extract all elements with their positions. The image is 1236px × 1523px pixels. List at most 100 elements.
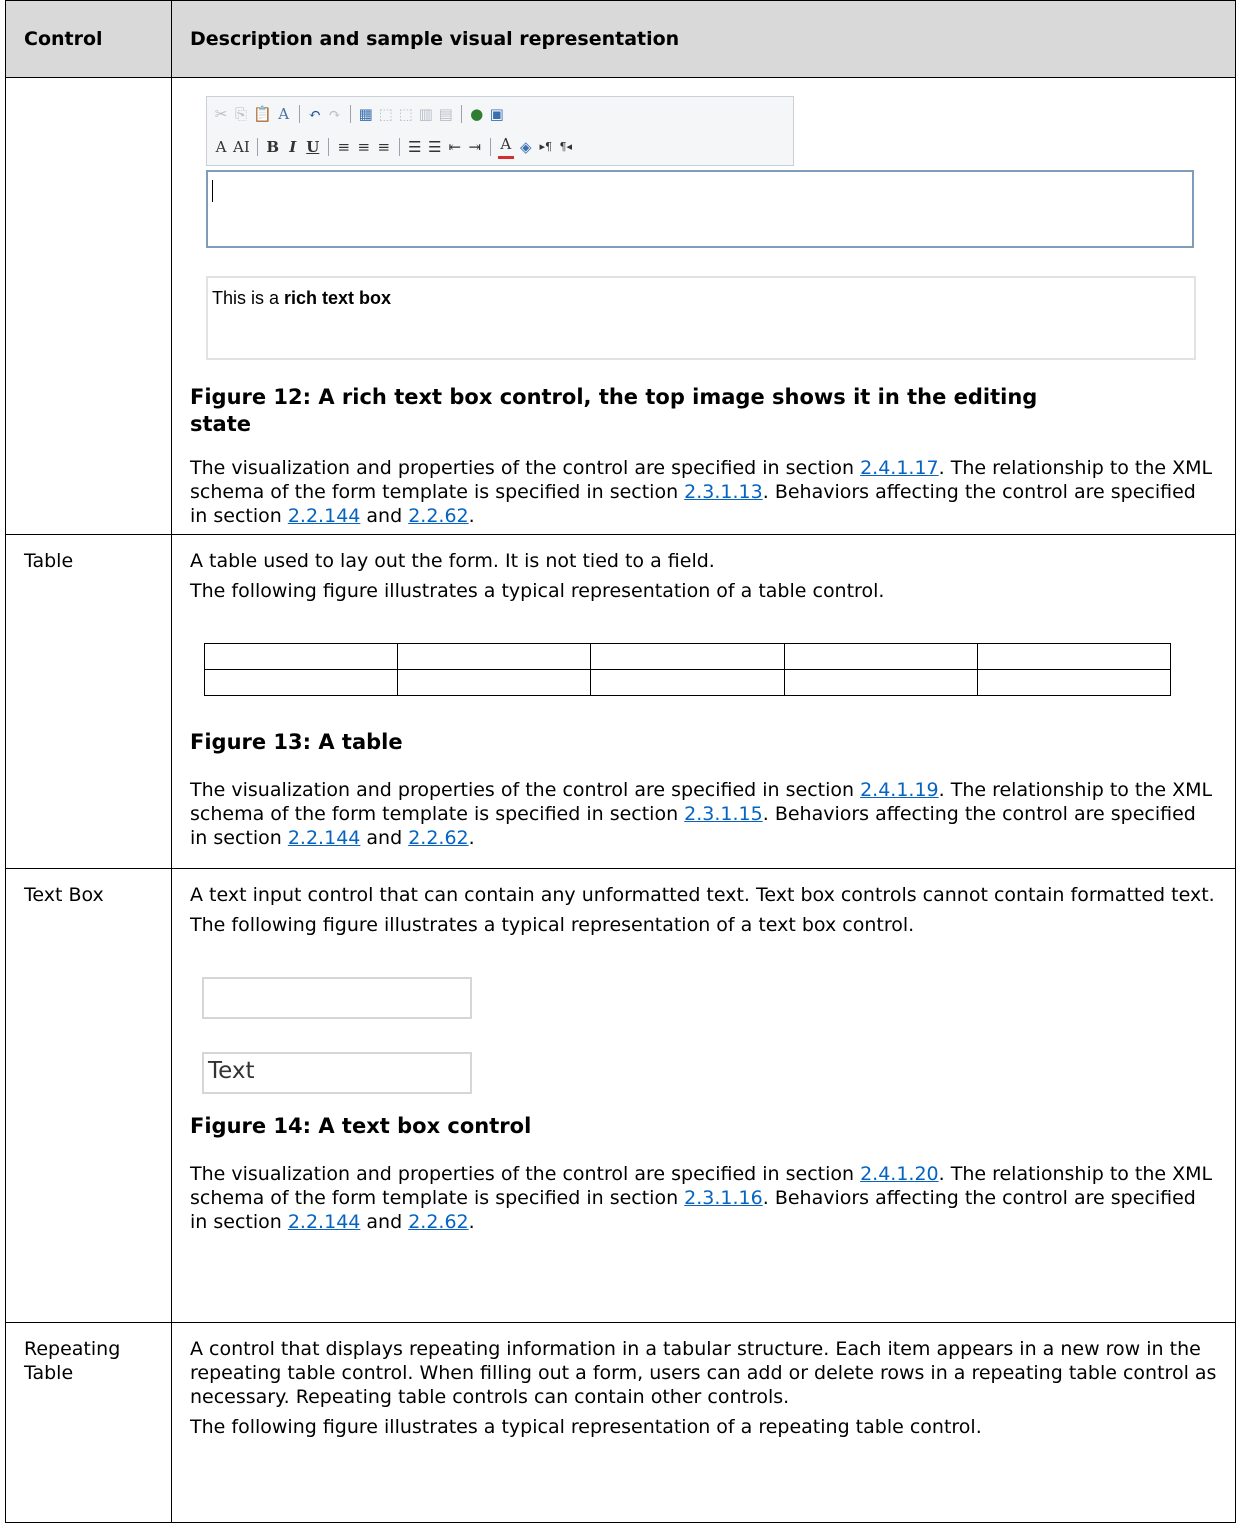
description-cell: A text input control that can contain an… — [171, 868, 1236, 1323]
bulleted-list-icon: ☰ — [428, 138, 442, 156]
copy-icon: ⎘ — [234, 105, 247, 123]
table-row-text-box: Text Box A text input control that can c… — [5, 868, 1236, 1323]
section-link-2-3-1-15[interactable]: 2.3.1.15 — [684, 803, 763, 825]
sample-layout-table — [203, 643, 1172, 696]
insert-column-icon: ⬚ — [398, 105, 413, 123]
empty-text-box — [202, 977, 472, 1019]
rich-text-toolbar: ✂ ⎘ 📋 A ↶ ↷ ▦ ⬚ ⬚ ▥ ▤ ● ▣ A AI B I U ≡ ≡… — [206, 96, 794, 166]
spec-text: and — [360, 1211, 409, 1233]
spec-text: . — [468, 505, 475, 527]
sample-table-cell — [203, 669, 399, 696]
rich-text-edit-box — [206, 170, 1194, 248]
section-link-2-4-1-19[interactable]: 2.4.1.19 — [860, 779, 939, 801]
text-box-description-line-1: A text input control that can contain an… — [190, 884, 1215, 906]
italic-icon: I — [289, 138, 297, 156]
spec-text: The visualization and properties of the … — [190, 1163, 861, 1185]
figure-caption-line-2: state — [190, 412, 251, 436]
align-left-icon: ≡ — [337, 138, 351, 156]
toolbar-separator — [349, 105, 351, 123]
toolbar-row-1: ✂ ⎘ 📋 A ↶ ↷ ▦ ⬚ ⬚ ▥ ▤ ● ▣ — [213, 100, 505, 128]
section-link-2-4-1-20[interactable]: 2.4.1.20 — [860, 1163, 939, 1185]
sample-table-cell — [783, 669, 978, 696]
font-icon: A — [215, 138, 227, 156]
description-cell: ✂ ⎘ 📋 A ↶ ↷ ▦ ⬚ ⬚ ▥ ▤ ● ▣ A AI B I U ≡ ≡… — [171, 77, 1236, 535]
sample-table-row — [203, 643, 1172, 670]
section-link-2-2-62[interactable]: 2.2.62 — [408, 1211, 468, 1233]
cut-icon: ✂ — [214, 105, 228, 123]
section-link-2-3-1-16[interactable]: 2.3.1.16 — [684, 1187, 763, 1209]
rich-text-spec-paragraph: The visualization and properties of the … — [190, 456, 1217, 528]
sample-table-cell — [397, 643, 592, 670]
section-link-2-2-62[interactable]: 2.2.62 — [408, 827, 468, 849]
split-cells-icon: ▤ — [438, 105, 453, 123]
sample-table-cell — [783, 643, 978, 670]
paste-icon: 📋 — [253, 105, 272, 123]
description-cell: A control that displays repeating inform… — [171, 1322, 1236, 1523]
sample-table-cell — [976, 643, 1172, 670]
toolbar-separator — [398, 138, 400, 156]
spec-text: . — [468, 1211, 475, 1233]
header-description: Description and sample visual representa… — [171, 0, 1236, 78]
toolbar-separator — [256, 138, 258, 156]
section-link-2-2-144[interactable]: 2.2.144 — [288, 1211, 361, 1233]
redo-icon: ↷ — [328, 105, 341, 123]
header-row: Control Description and sample visual re… — [5, 0, 1236, 78]
document: Control Description and sample visual re… — [5, 0, 1236, 1523]
rich-text-box-figure: ✂ ⎘ 📋 A ↶ ↷ ▦ ⬚ ⬚ ▥ ▤ ● ▣ A AI B I U ≡ ≡… — [190, 94, 1217, 384]
rich-text-view-box: This is a rich text box — [206, 276, 1196, 360]
control-name-cell: Text Box — [5, 868, 172, 1323]
text-box-figure: Text — [190, 943, 1217, 1094]
toolbar-separator — [460, 105, 462, 123]
font-color-icon: A — [497, 135, 514, 159]
section-link-2-2-144[interactable]: 2.2.144 — [288, 505, 361, 527]
table-description-line-1: A table used to lay out the form. It is … — [190, 550, 715, 572]
header-control: Control — [5, 0, 172, 78]
insert-row-icon: ⬚ — [378, 105, 393, 123]
sample-table-cell — [203, 643, 399, 670]
font-size-icon: AI — [233, 138, 250, 156]
align-center-icon: ≡ — [357, 138, 371, 156]
bold-icon: B — [266, 138, 280, 156]
description-cell: A table used to lay out the form. It is … — [171, 534, 1236, 869]
repeating-description-line-1: A control that displays repeating inform… — [190, 1338, 1217, 1408]
decrease-indent-icon: ⇤ — [448, 138, 462, 156]
sample-table-cell — [976, 669, 1172, 696]
section-link-2-4-1-17[interactable]: 2.4.1.17 — [860, 457, 939, 479]
hyperlink-icon: ● — [470, 105, 484, 123]
text-caret — [212, 180, 213, 202]
section-link-2-2-144[interactable]: 2.2.144 — [288, 827, 361, 849]
view-text-bold: rich text box — [284, 288, 392, 308]
insert-table-icon: ▦ — [358, 105, 373, 123]
sample-table-cell — [590, 669, 785, 696]
view-text-normal: This is a — [212, 288, 285, 308]
figure-12-caption: Figure 12: A rich text box control, the … — [190, 384, 1217, 438]
section-link-2-2-62[interactable]: 2.2.62 — [408, 505, 468, 527]
spec-text: The visualization and properties of the … — [190, 779, 861, 801]
merge-cells-icon: ▥ — [418, 105, 433, 123]
figure-caption-line-1: Figure 12: A rich text box control, the … — [190, 385, 1038, 409]
increase-indent-icon: ⇥ — [468, 138, 482, 156]
text-box-spec-paragraph: The visualization and properties of the … — [190, 1162, 1217, 1234]
control-name-cell: Repeating Table — [5, 1322, 172, 1523]
highlight-icon: ◈ — [519, 138, 532, 156]
repeating-description-line-2: The following figure illustrates a typic… — [190, 1416, 982, 1438]
toolbar-separator — [298, 105, 300, 123]
spec-text: and — [360, 827, 409, 849]
table-figure — [190, 609, 1217, 719]
underline-icon: U — [306, 138, 320, 156]
toolbar-separator — [489, 138, 491, 156]
table-row-repeating-table: Repeating Table A control that displays … — [5, 1322, 1236, 1523]
left-to-right-icon: ▸¶ — [539, 140, 553, 153]
section-link-2-3-1-13[interactable]: 2.3.1.13 — [684, 481, 763, 503]
right-to-left-icon: ¶◂ — [559, 140, 573, 153]
table-spec-paragraph: The visualization and properties of the … — [190, 778, 1217, 850]
insert-picture-icon: ▣ — [489, 105, 504, 123]
sample-table-cell — [397, 669, 592, 696]
sample-table-row — [203, 669, 1172, 696]
controls-table: Control Description and sample visual re… — [5, 0, 1236, 1523]
text-box-description-line-2: The following figure illustrates a typic… — [190, 914, 915, 936]
spec-text: . — [468, 827, 475, 849]
sample-table-cell — [590, 643, 785, 670]
control-name-cell: Table — [5, 534, 172, 869]
align-right-icon: ≡ — [377, 138, 391, 156]
